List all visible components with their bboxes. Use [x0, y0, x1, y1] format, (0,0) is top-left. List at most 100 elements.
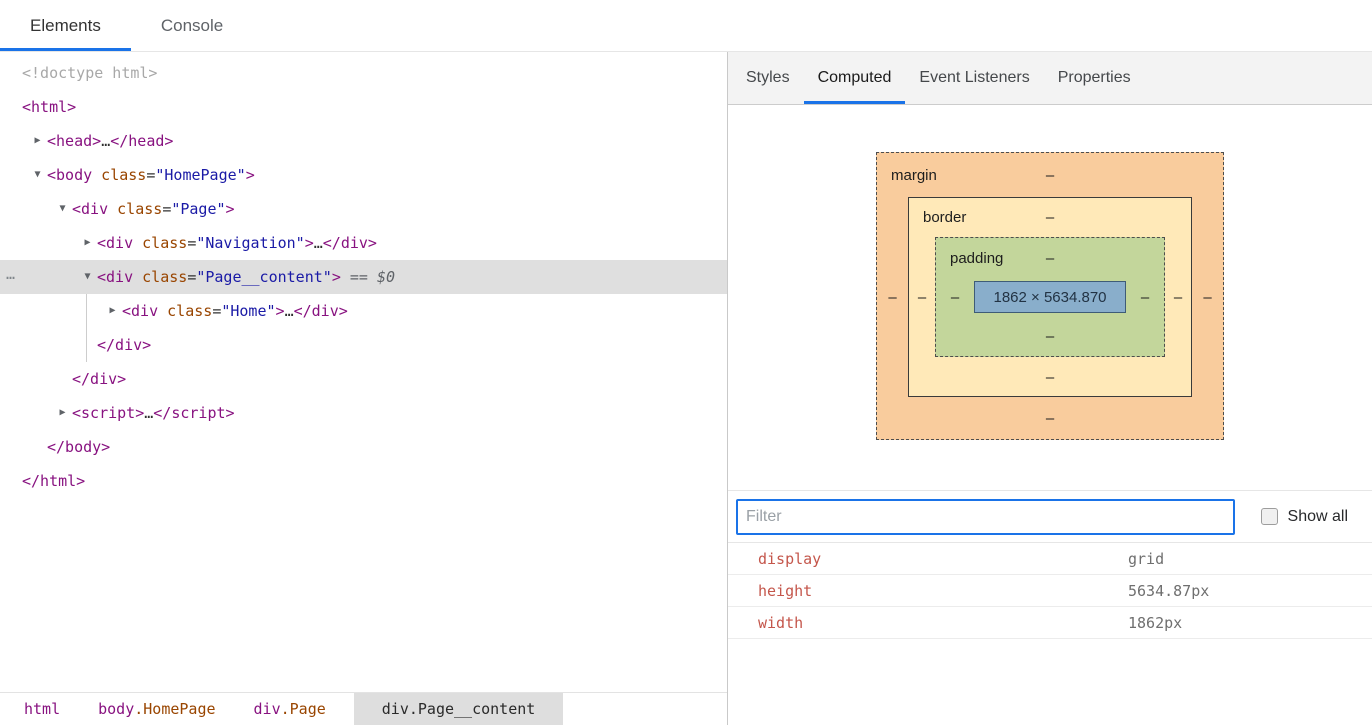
- border-bottom-value[interactable]: –: [1046, 369, 1054, 386]
- computed-properties: display grid height 5634.87px width 1862…: [728, 542, 1372, 639]
- dom-token-tag: </div>: [294, 302, 348, 320]
- margin-top-value[interactable]: –: [1046, 167, 1054, 184]
- computed-property-row[interactable]: display grid: [728, 543, 1372, 575]
- border-top-value[interactable]: –: [1046, 209, 1054, 226]
- crumb-tag: div: [382, 700, 409, 718]
- box-model-content[interactable]: 1862 × 5634.870: [974, 281, 1126, 313]
- dom-token-tag: </div>: [72, 370, 126, 388]
- padding-top-value[interactable]: –: [1046, 250, 1054, 267]
- dom-tree-row[interactable]: <!doctype html>: [0, 56, 727, 90]
- tab-computed[interactable]: Computed: [804, 52, 906, 104]
- dom-tree-row[interactable]: ▶<script>…</script>: [0, 396, 727, 430]
- dom-token-value: "HomePage": [155, 166, 245, 184]
- dom-tree-row[interactable]: </div>: [0, 362, 727, 396]
- dom-token-plain: =: [187, 234, 196, 252]
- dom-token-tag: <div: [72, 200, 108, 218]
- dom-token-plain: =: [187, 268, 196, 286]
- expand-arrow-collapsed-icon[interactable]: ▶: [80, 226, 95, 260]
- dom-token-tag: <div: [97, 268, 133, 286]
- styles-sidebar: Styles Computed Event Listeners Properti…: [727, 52, 1372, 725]
- dom-tree-row[interactable]: ▼<body class="HomePage">: [0, 158, 727, 192]
- expand-arrow-collapsed-icon[interactable]: ▶: [55, 396, 70, 430]
- box-model-section: margin – – border –: [728, 105, 1372, 490]
- dom-token-doctype: <!doctype html>: [22, 64, 157, 82]
- dom-token-value: "Page__content": [196, 268, 331, 286]
- dom-tree-row[interactable]: ▶<head>…</head>: [0, 124, 727, 158]
- padding-bottom-value[interactable]: –: [1046, 328, 1054, 345]
- dom-token-tag: </html>: [22, 472, 85, 490]
- margin-bottom-value[interactable]: –: [1046, 410, 1054, 427]
- dom-token-tag: <script>: [72, 404, 144, 422]
- property-name: width: [758, 614, 1128, 632]
- box-model-padding[interactable]: padding – – 1862 × 5634.870: [935, 237, 1165, 357]
- dom-token-tag: </div>: [323, 234, 377, 252]
- dom-token-value: "Page": [171, 200, 225, 218]
- filter-input[interactable]: [736, 499, 1235, 535]
- dom-tree-row[interactable]: </html>: [0, 464, 727, 498]
- dom-token-plain: =: [162, 200, 171, 218]
- expand-arrow-open-icon[interactable]: ▼: [30, 158, 45, 192]
- dom-token-tag: </head>: [110, 132, 173, 150]
- dom-token-tag: >: [332, 268, 341, 286]
- computed-filter-row: Show all: [728, 490, 1372, 542]
- crumb-class: .HomePage: [134, 700, 215, 718]
- breadcrumb-item-html[interactable]: html: [14, 693, 70, 725]
- box-model-border[interactable]: border – – padding –: [908, 197, 1192, 397]
- dom-token-plain: …: [314, 234, 323, 252]
- tree-guide-line: [86, 294, 87, 328]
- node-menu-dots-icon[interactable]: …: [6, 257, 16, 291]
- padding-label: padding: [936, 250, 1003, 267]
- tab-styles[interactable]: Styles: [732, 52, 804, 104]
- expand-arrow-open-icon[interactable]: ▼: [80, 260, 95, 294]
- border-left-value[interactable]: –: [909, 289, 935, 306]
- tab-properties[interactable]: Properties: [1044, 52, 1145, 104]
- dom-token-tag: >: [246, 166, 255, 184]
- margin-right-value[interactable]: –: [1192, 289, 1223, 306]
- computed-property-row[interactable]: width 1862px: [728, 607, 1372, 639]
- property-value: 5634.87px: [1128, 582, 1209, 600]
- dom-token-plain: …: [144, 404, 153, 422]
- dom-token-tag: <head>: [47, 132, 101, 150]
- dom-token-plain: =: [212, 302, 221, 320]
- tab-console[interactable]: Console: [131, 0, 253, 51]
- tree-guide-line: [86, 328, 87, 362]
- dom-tree-row[interactable]: ▶<div class="Home">…</div>: [0, 294, 727, 328]
- expand-arrow-collapsed-icon[interactable]: ▶: [105, 294, 120, 328]
- dom-token-value: "Home": [221, 302, 275, 320]
- margin-label: margin: [877, 167, 937, 184]
- property-name: height: [758, 582, 1128, 600]
- breadcrumb-item-div-page-content[interactable]: div.Page__content: [354, 693, 564, 725]
- dom-token-tag: </div>: [97, 336, 151, 354]
- border-right-value[interactable]: –: [1165, 289, 1191, 306]
- dom-tree-row[interactable]: </body>: [0, 430, 727, 464]
- dom-token-tag: <html>: [22, 98, 76, 116]
- crumb-tag: html: [24, 700, 60, 718]
- expand-arrow-collapsed-icon[interactable]: ▶: [30, 124, 45, 158]
- property-name: display: [758, 550, 1128, 568]
- padding-left-value[interactable]: –: [936, 289, 974, 306]
- dom-tree-row[interactable]: …▼<div class="Page__content"> == $0: [0, 260, 727, 294]
- expand-arrow-open-icon[interactable]: ▼: [55, 192, 70, 226]
- dom-token-tag: >: [305, 234, 314, 252]
- dom-token-attr: class: [92, 166, 146, 184]
- dom-tree-row[interactable]: <html>: [0, 90, 727, 124]
- breadcrumb-item-div-page[interactable]: div.Page: [244, 693, 336, 725]
- padding-right-value[interactable]: –: [1126, 289, 1164, 306]
- dom-tree-row[interactable]: ▶<div class="Navigation">…</div>: [0, 226, 727, 260]
- dom-tree-row[interactable]: </div>: [0, 328, 727, 362]
- tab-elements[interactable]: Elements: [0, 0, 131, 51]
- dom-tree-row[interactable]: ▼<div class="Page">: [0, 192, 727, 226]
- breadcrumb-item-body[interactable]: body.HomePage: [88, 693, 225, 725]
- dom-token-tag: <body: [47, 166, 92, 184]
- sidebar-tab-bar: Styles Computed Event Listeners Properti…: [728, 52, 1372, 105]
- dom-token-tag: </script>: [153, 404, 234, 422]
- margin-left-value[interactable]: –: [877, 289, 908, 306]
- tab-event-listeners[interactable]: Event Listeners: [905, 52, 1043, 104]
- computed-property-row[interactable]: height 5634.87px: [728, 575, 1372, 607]
- elements-panel: <!doctype html><html>▶<head>…</head>▼<bo…: [0, 52, 727, 725]
- dom-token-plain: …: [101, 132, 110, 150]
- show-all-label[interactable]: Show all: [1288, 508, 1348, 526]
- show-all-checkbox[interactable]: [1261, 508, 1278, 525]
- box-model-margin[interactable]: margin – – border –: [876, 152, 1224, 440]
- dom-token-attr: class: [158, 302, 212, 320]
